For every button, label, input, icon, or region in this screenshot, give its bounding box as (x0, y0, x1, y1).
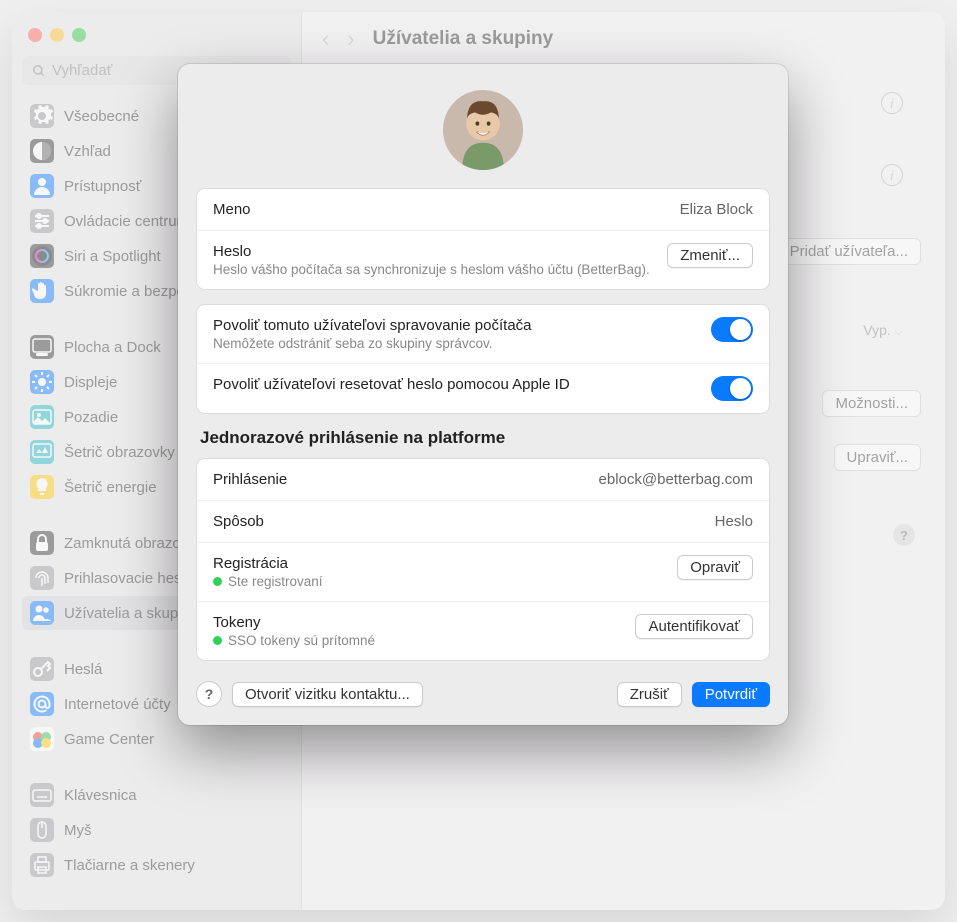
tokens-label: Tokeny (213, 614, 623, 631)
allow-reset-toggle[interactable] (711, 376, 753, 401)
allow-admin-toggle[interactable] (711, 317, 753, 342)
allow-admin-label: Povoliť tomuto užívateľovi spravovanie p… (213, 317, 699, 334)
allow-reset-label: Povoliť užívateľovi resetovať heslo pomo… (213, 376, 699, 393)
open-contact-card-button[interactable]: Otvoriť vizitku kontaktu... (232, 682, 423, 707)
identity-panel: Meno Eliza Block Heslo Heslo vášho počít… (196, 188, 770, 290)
status-dot-icon (213, 577, 222, 586)
permissions-panel: Povoliť tomuto užívateľovi spravovanie p… (196, 304, 770, 414)
name-value: Eliza Block (680, 201, 753, 218)
registration-label: Registrácia (213, 555, 665, 572)
user-details-modal: Meno Eliza Block Heslo Heslo vášho počít… (178, 64, 788, 725)
name-label: Meno (213, 201, 668, 218)
status-dot-icon (213, 636, 222, 645)
sso-header: Jednorazové prihlásenie na platforme (200, 428, 766, 448)
method-value: Heslo (715, 513, 753, 530)
login-label: Prihlásenie (213, 471, 587, 488)
method-label: Spôsob (213, 513, 703, 530)
sso-panel: Prihlásenie eblock@betterbag.com Spôsob … (196, 458, 770, 661)
repair-button[interactable]: Opraviť (677, 555, 753, 580)
authenticate-button[interactable]: Autentifikovať (635, 614, 753, 639)
login-value: eblock@betterbag.com (599, 471, 753, 488)
tokens-status: SSO tokeny sú prítomné (213, 633, 623, 648)
modal-footer: ? Otvoriť vizitku kontaktu... Zrušiť Pot… (196, 675, 770, 707)
confirm-button[interactable]: Potvrdiť (692, 682, 770, 707)
password-label: Heslo (213, 243, 655, 260)
allow-admin-description: Nemôžete odstrániť seba zo skupiny správ… (213, 336, 699, 351)
password-description: Heslo vášho počítača sa synchronizuje s … (213, 262, 655, 277)
registration-status: Ste registrovaní (213, 574, 665, 589)
user-avatar[interactable] (443, 90, 523, 170)
help-button[interactable]: ? (196, 681, 222, 707)
change-password-button[interactable]: Zmeniť... (667, 243, 753, 268)
cancel-button[interactable]: Zrušiť (617, 682, 682, 707)
